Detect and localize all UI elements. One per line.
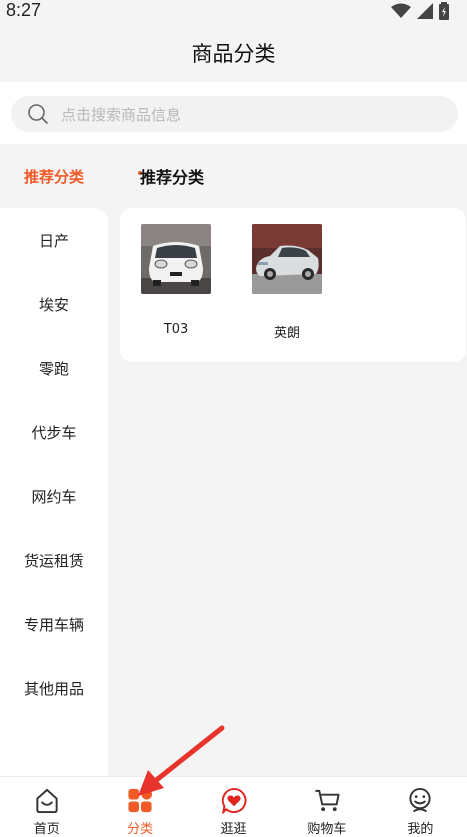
sidebar-item-leapmotor[interactable]: 零跑 <box>0 336 108 400</box>
tab-browse[interactable]: 逛逛 <box>187 777 280 837</box>
sidebar-item-freight-rental[interactable]: 货运租赁 <box>0 528 108 592</box>
tab-mine-label: 我的 <box>407 822 434 837</box>
battery-icon <box>439 2 449 20</box>
sidebar-item-nissan[interactable]: 日产 <box>0 208 108 272</box>
wifi-icon <box>391 3 411 18</box>
product-card: T03 英朗 <box>120 208 466 362</box>
product-label-yinglang: 英朗 <box>273 326 300 341</box>
category-icon <box>128 788 153 813</box>
tab-cart-label: 购物车 <box>307 822 347 837</box>
sidebar-item-recommended[interactable]: 推荐分类 <box>0 144 108 208</box>
title-bar: 商品分类 <box>0 24 467 82</box>
tab-home-label: 首页 <box>33 822 60 837</box>
product-label-t03: T03 <box>163 322 189 337</box>
tab-browse-label: 逛逛 <box>220 822 247 837</box>
sidebar-item-scooter[interactable]: 代步车 <box>0 400 108 464</box>
category-content: 推荐分类 T03 英朗 <box>108 144 467 776</box>
search-input[interactable]: 点击搜索商品信息 <box>11 96 458 132</box>
home-icon <box>36 788 58 814</box>
signal-icon <box>417 3 433 19</box>
tab-mine[interactable]: 我的 <box>374 777 467 837</box>
sidebar-item-other-supplies[interactable]: 其他用品 <box>0 656 108 720</box>
product-image-yinglang <box>252 224 322 294</box>
product-item-yinglang[interactable]: 英朗 <box>252 224 322 341</box>
tab-category-label: 分类 <box>127 822 154 837</box>
sidebar-item-aion[interactable]: 埃安 <box>0 272 108 336</box>
sidebar-list: 日产 埃安 零跑 代步车 网约车 货运租赁 专用车辆 其他用品 <box>0 208 108 776</box>
cart-icon <box>315 789 340 812</box>
bottom-tab-bar: 首页 分类 逛逛 购物车 我的 <box>0 776 467 837</box>
status-bar: 8:27 <box>0 0 467 24</box>
search-icon <box>28 104 48 124</box>
sidebar-item-special-vehicles[interactable]: 专用车辆 <box>0 592 108 656</box>
sidebar-item-ride-hailing[interactable]: 网约车 <box>0 464 108 528</box>
status-time: 8:27 <box>6 0 42 20</box>
status-icons <box>391 2 449 20</box>
heart-chat-icon <box>221 787 246 814</box>
product-item-t03[interactable]: T03 <box>141 224 211 337</box>
page-title: 商品分类 <box>191 42 276 66</box>
search-placeholder: 点击搜索商品信息 <box>61 105 182 124</box>
product-image-t03 <box>141 224 211 294</box>
tab-home[interactable]: 首页 <box>0 777 93 837</box>
tab-category[interactable]: 分类 <box>93 777 186 837</box>
section-title: 推荐分类 <box>140 168 205 187</box>
search-section: 点击搜索商品信息 <box>0 82 467 144</box>
profile-icon <box>409 787 431 813</box>
category-sidebar: 推荐分类 日产 埃安 零跑 代步车 网约车 货运租赁 专用车辆 其他用品 <box>0 144 108 776</box>
tab-cart[interactable]: 购物车 <box>280 777 373 837</box>
